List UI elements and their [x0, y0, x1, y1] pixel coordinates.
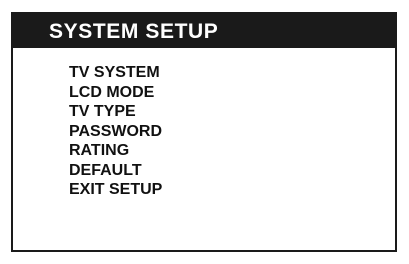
setup-menu: TV SYSTEM LCD MODE TV TYPE PASSWORD RATI… — [69, 63, 162, 200]
menu-item-tv-system[interactable]: TV SYSTEM — [69, 63, 162, 83]
menu-item-exit-setup[interactable]: EXIT SETUP — [69, 180, 162, 200]
system-setup-panel: SYSTEM SETUP TV SYSTEM LCD MODE TV TYPE … — [11, 12, 397, 252]
panel-header: SYSTEM SETUP — [13, 14, 395, 48]
menu-item-password[interactable]: PASSWORD — [69, 122, 162, 142]
menu-item-rating[interactable]: RATING — [69, 141, 162, 161]
menu-item-tv-type[interactable]: TV TYPE — [69, 102, 162, 122]
menu-item-lcd-mode[interactable]: LCD MODE — [69, 83, 162, 103]
page-title: SYSTEM SETUP — [49, 20, 219, 43]
menu-item-default[interactable]: DEFAULT — [69, 161, 162, 181]
